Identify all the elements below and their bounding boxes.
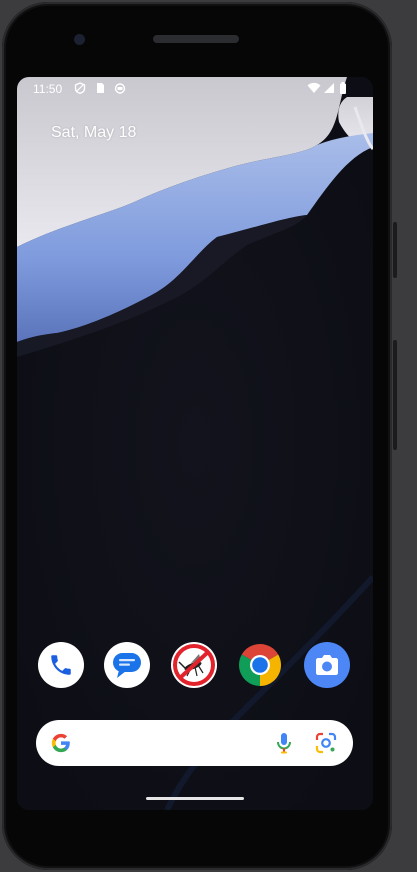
- camera-app-icon[interactable]: [304, 642, 350, 688]
- vpn-shield-icon: [74, 82, 86, 94]
- front-camera: [74, 34, 85, 45]
- messages-icon: [113, 653, 141, 678]
- status-bar: 11:50: [17, 77, 373, 101]
- signal-icon: [324, 83, 334, 93]
- earpiece-speaker: [153, 35, 239, 43]
- chrome-app-icon[interactable]: [237, 642, 283, 688]
- sim-card-icon: [97, 83, 104, 93]
- volume-button[interactable]: [393, 340, 397, 450]
- phone-icon: [51, 655, 71, 675]
- home-screen: 11:50 Sat, May 18: [17, 77, 373, 810]
- chrome-icon: [238, 643, 282, 686]
- google-search-bar[interactable]: [36, 720, 353, 766]
- wifi-icon: [307, 82, 321, 93]
- camera-icon: [316, 655, 338, 675]
- microphone-icon[interactable]: [276, 732, 292, 754]
- mosquito-repellent-icon: [173, 644, 215, 686]
- gesture-nav-handle[interactable]: [146, 797, 244, 800]
- google-g-icon: [51, 733, 70, 753]
- mosquito-app-icon[interactable]: [171, 642, 217, 688]
- date-widget[interactable]: Sat, May 18: [51, 124, 136, 142]
- messages-app-icon[interactable]: [104, 642, 150, 688]
- battery-icon: [340, 82, 346, 94]
- status-clock: 11:50: [33, 82, 63, 96]
- android-icon: [114, 83, 126, 94]
- wallpaper: [17, 77, 373, 810]
- google-lens-icon[interactable]: [315, 732, 337, 754]
- power-button[interactable]: [393, 222, 397, 278]
- phone-app-icon[interactable]: [38, 642, 84, 688]
- phone-frame: 11:50 Sat, May 18: [2, 2, 392, 870]
